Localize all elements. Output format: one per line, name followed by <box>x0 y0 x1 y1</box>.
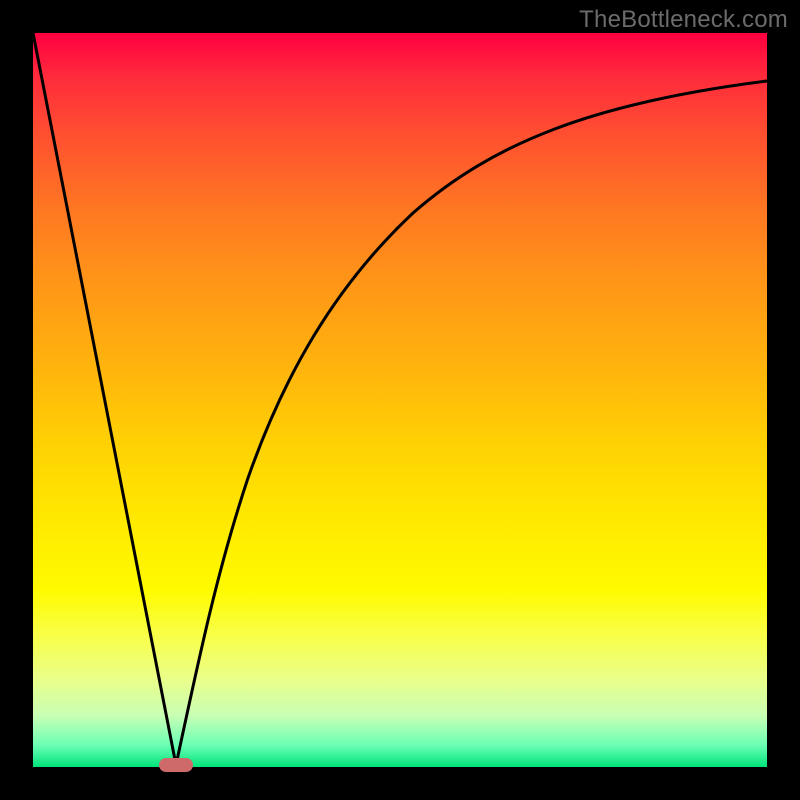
chart-frame: TheBottleneck.com <box>0 0 800 800</box>
curve-left-branch <box>33 33 176 765</box>
plot-area <box>33 33 767 767</box>
curve-right-branch <box>176 81 767 765</box>
optimal-point-marker <box>159 758 193 772</box>
bottleneck-curve <box>33 33 767 767</box>
watermark-text: TheBottleneck.com <box>579 6 788 34</box>
